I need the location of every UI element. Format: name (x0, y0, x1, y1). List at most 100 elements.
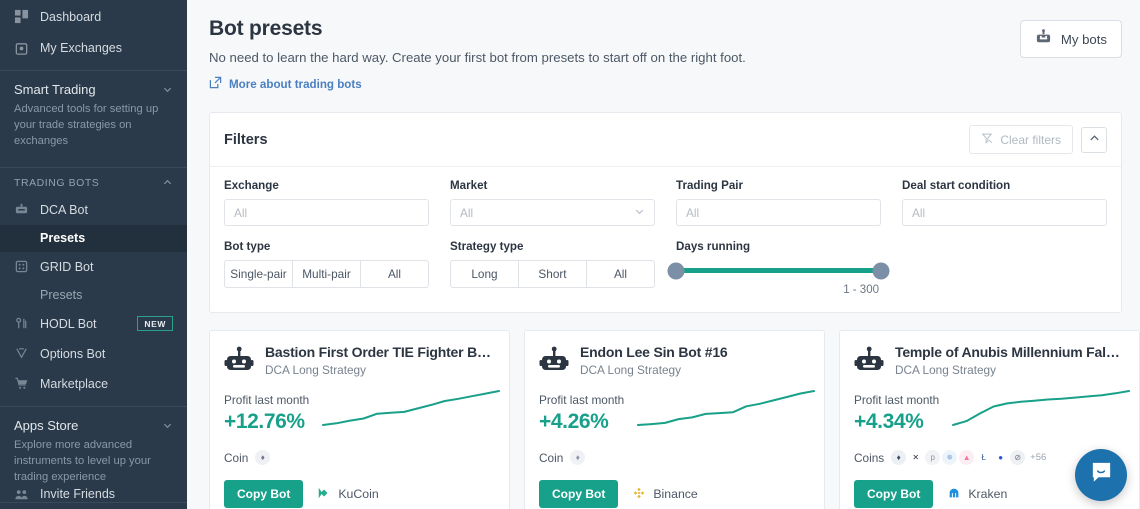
chat-widget-button[interactable] (1075, 449, 1127, 501)
sidebar-item-label: Invite Friends (40, 487, 116, 501)
more-about-trading-bots-link[interactable]: More about trading bots (209, 76, 362, 92)
chat-bubble-icon (1089, 460, 1114, 490)
exchange-icon (632, 486, 646, 503)
options-bot-icon (14, 346, 29, 361)
sidebar-item-grid-presets[interactable]: Presets (0, 282, 187, 309)
sidebar-item-hodl-bot[interactable]: HODL Bot NEW (0, 309, 187, 339)
copy-bot-button[interactable]: Copy Bot (539, 480, 619, 508)
sidebar-item-grid-bot[interactable]: GRID Bot (0, 252, 187, 282)
days-running-slider[interactable]: 1 - 300 (667, 260, 890, 296)
bot-name: Bastion First Order TIE Fighter Bo... (265, 344, 493, 360)
section-title: TRADING BOTS (14, 176, 100, 189)
bot-name: Temple of Anubis Millennium Falc... (895, 344, 1123, 360)
sidebar-item-label: HODL Bot (40, 316, 97, 331)
sidebar: Dashboard My Exchanges Smart Trading Adv… (0, 0, 187, 509)
market-select[interactable]: All (450, 199, 655, 226)
filters-body: Exchange All Market All Trading Pair All… (210, 167, 1121, 312)
filter-label: Trading Pair (676, 179, 744, 192)
filters-header: Filters Clear filters (210, 113, 1121, 167)
card-footer: Copy Bot KuCoin (224, 480, 495, 508)
copy-bot-button[interactable]: Copy Bot (224, 480, 304, 508)
card-footer: Copy Bot Binance (539, 480, 810, 508)
robot-icon (539, 346, 569, 376)
coins-label: Coin (539, 450, 564, 465)
coins-row: Coin ♦ (224, 450, 495, 465)
bot-type-option-single-pair[interactable]: Single-pair (224, 260, 293, 288)
filters-toggle-row: Bot type Single-pair Multi-pair All Stra… (224, 240, 1107, 296)
sidebar-section-trading-bots[interactable]: TRADING BOTS (0, 168, 187, 195)
slider-knob-min[interactable] (667, 262, 685, 279)
filter-days-running: Days running 1 - 300 (667, 240, 890, 296)
sidebar-item-label: My Exchanges (40, 41, 122, 55)
coin-icon: р (925, 450, 941, 465)
section-title: Apps Store (14, 417, 79, 433)
sidebar-item-invite-friends[interactable]: Invite Friends (0, 479, 187, 509)
exchange-value: All (234, 205, 248, 220)
deal-start-condition-value: All (912, 205, 926, 220)
filters-title: Filters (224, 131, 268, 148)
coins-overflow-count: +56 (1030, 452, 1047, 463)
filter-label: Exchange (224, 179, 279, 192)
coin-icon: ♦ (891, 450, 907, 465)
chevron-up-icon (162, 177, 173, 188)
robot-icon (1035, 29, 1052, 49)
collapse-filters-button[interactable] (1081, 126, 1107, 153)
deal-start-condition-input[interactable]: All (902, 199, 1107, 226)
sidebar-item-options-bot[interactable]: Options Bot (0, 339, 187, 369)
page-title: Bot presets (209, 17, 323, 40)
page-subtitle: No need to learn the hard way. Create yo… (209, 50, 746, 65)
strategy-type-segmented-control: Long Short All (450, 260, 655, 288)
sidebar-item-marketplace[interactable]: Marketplace (0, 369, 187, 399)
coin-icon: ⊘ (1010, 450, 1026, 465)
chevron-down-icon (162, 84, 173, 95)
copy-bot-button[interactable]: Copy Bot (854, 480, 934, 508)
exchange-icon (317, 486, 331, 503)
sidebar-item-my-exchanges[interactable]: My Exchanges (0, 33, 187, 63)
chevron-up-icon (1088, 132, 1101, 148)
profit-sparkline-chart (321, 387, 501, 434)
more-link-label: More about trading bots (229, 77, 362, 91)
bot-preset-card[interactable]: Bastion First Order TIE Fighter Bo... DCA… (209, 330, 510, 509)
marketplace-icon (14, 376, 29, 391)
section-title: Smart Trading (14, 82, 96, 97)
clear-filters-button[interactable]: Clear filters (969, 125, 1073, 154)
strategy-type-option-short[interactable]: Short (519, 260, 587, 288)
filters-panel: Filters Clear filters Exchange All Marke… (209, 112, 1122, 313)
coin-icon: Ł (976, 450, 992, 465)
strategy-type-option-all[interactable]: All (587, 260, 655, 288)
coin-icon: ● (993, 450, 1009, 465)
filter-exchange: Exchange All (224, 179, 429, 226)
sidebar-section-apps-store[interactable]: Apps Store (0, 407, 187, 436)
strategy-type-option-long[interactable]: Long (450, 260, 519, 288)
bot-preset-card[interactable]: Endon Lee Sin Bot #16 DCA Long Strategy Pr… (524, 330, 825, 509)
bot-name: Endon Lee Sin Bot #16 (580, 344, 728, 360)
robot-icon (224, 346, 254, 376)
sidebar-item-label: Dashboard (40, 9, 102, 24)
hodl-bot-icon (14, 316, 29, 331)
exchange-name: Kraken (968, 487, 1008, 501)
coins-row: Coin ♦ (539, 450, 810, 465)
sidebar-section-smart-trading[interactable]: Smart Trading (0, 71, 187, 100)
profit-sparkline-chart (951, 387, 1131, 434)
bot-preset-card-list: Bastion First Order TIE Fighter Bo... DCA… (209, 330, 1140, 509)
filter-deal-start-condition: Deal start condition All (902, 179, 1107, 226)
sidebar-item-dca-bot[interactable]: DCA Bot (0, 195, 187, 225)
sidebar-item-dca-presets[interactable]: Presets (0, 224, 187, 252)
coin-icon: ▲ (959, 450, 975, 465)
exchange-icon (14, 41, 29, 56)
trading-pair-input[interactable]: All (676, 199, 881, 226)
filter-label: Deal start condition (902, 179, 1011, 192)
dca-bot-icon (14, 202, 29, 217)
filter-label: Strategy type (450, 240, 524, 253)
bot-type-option-all[interactable]: All (361, 260, 429, 288)
invite-friends-icon (14, 487, 29, 502)
filter-bot-type: Bot type Single-pair Multi-pair All (224, 240, 429, 288)
exchange-input[interactable]: All (224, 199, 429, 226)
bot-strategy: DCA Long Strategy (580, 363, 681, 377)
slider-knob-max[interactable] (872, 262, 890, 279)
my-bots-button[interactable]: My bots (1019, 20, 1122, 58)
sidebar-item-dashboard[interactable]: Dashboard (0, 0, 187, 33)
bot-type-option-multi-pair[interactable]: Multi-pair (293, 260, 361, 288)
coin-icon: ✵ (942, 450, 958, 465)
robot-icon (854, 346, 884, 376)
